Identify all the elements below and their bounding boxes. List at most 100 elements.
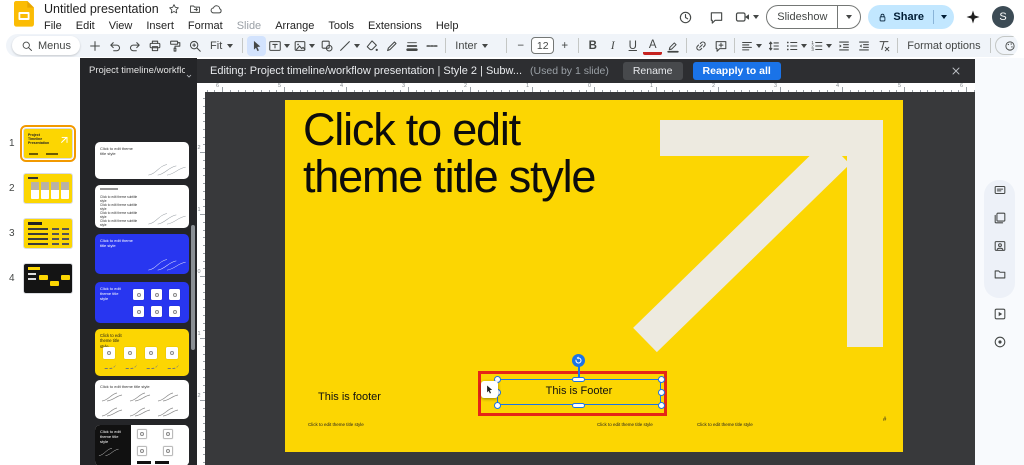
print-button[interactable] <box>145 36 164 56</box>
move-to-folder-icon[interactable] <box>189 3 201 15</box>
comments-icon[interactable] <box>704 5 728 29</box>
increase-indent-button[interactable] <box>854 36 873 56</box>
zoom-fit-select[interactable]: Fit <box>205 36 238 56</box>
layout-thumbnail[interactable]: Click to edit theme title style <box>95 329 189 376</box>
ruler-number: 6 <box>216 83 219 89</box>
reapply-to-all-button[interactable]: Reapply to all <box>693 62 781 80</box>
resize-handle-n[interactable] <box>572 377 585 382</box>
border-color-button[interactable] <box>382 36 401 56</box>
menu-view[interactable]: View <box>102 19 140 33</box>
resize-handle-s[interactable] <box>572 403 585 408</box>
underline-button[interactable]: U <box>623 36 642 56</box>
insert-link-button[interactable] <box>691 36 710 56</box>
border-dash-button[interactable] <box>422 36 441 56</box>
rail-card-icon[interactable] <box>992 182 1007 197</box>
rail-folder-icon[interactable] <box>992 266 1007 281</box>
menu-slide[interactable]: Slide <box>230 19 268 33</box>
menu-help[interactable]: Help <box>429 19 466 33</box>
footer-placeholder-text[interactable]: Click to edit theme title style <box>697 422 753 427</box>
gemini-sparkle-icon[interactable] <box>961 5 985 29</box>
slides-logo-icon[interactable] <box>14 1 35 33</box>
menu-edit[interactable]: Edit <box>69 19 102 33</box>
slide-thumbnail[interactable]: Project Timeline Presentation <box>23 128 73 159</box>
menu-tools[interactable]: Tools <box>321 19 361 33</box>
star-icon[interactable] <box>168 3 180 15</box>
slide-layout[interactable]: Click to edit theme title style This is … <box>285 100 903 452</box>
insert-image-button[interactable] <box>292 36 316 56</box>
meet-camera-icon[interactable] <box>735 5 759 29</box>
text-color-button[interactable]: A <box>643 38 662 55</box>
undo-button[interactable] <box>105 36 124 56</box>
footer-text-left[interactable]: This is footer <box>318 391 381 403</box>
theme-name-header[interactable]: Project timeline/workflow pr <box>89 65 185 76</box>
resize-handle-se[interactable] <box>658 402 665 409</box>
highlight-color-button[interactable] <box>663 36 682 56</box>
layout-thumbnail[interactable]: Click to edit theme title style <box>95 380 189 419</box>
version-history-icon[interactable] <box>673 5 697 29</box>
menu-format[interactable]: Format <box>181 19 230 33</box>
account-avatar[interactable]: S <box>992 6 1014 28</box>
clear-formatting-button[interactable] <box>874 36 893 56</box>
colors-button[interactable]: Colors <box>995 36 1018 55</box>
insert-line-button[interactable] <box>337 36 361 56</box>
rail-play-icon[interactable] <box>992 306 1007 321</box>
font-size-decrease-button[interactable]: − <box>511 36 530 56</box>
layout-thumbnail[interactable]: Click to edit theme title style <box>95 425 189 465</box>
layout-thumbnail[interactable]: Click to edit theme title style <box>95 234 189 274</box>
footer-placeholder-text[interactable]: Click to edit theme title style <box>597 422 653 427</box>
slide-number-placeholder[interactable]: # <box>883 417 886 423</box>
decrease-indent-button[interactable] <box>834 36 853 56</box>
layout-thumbnail[interactable]: Click to edit theme subtitle styleClick … <box>95 185 189 228</box>
footer-textbox-text[interactable]: This is Footer <box>498 385 660 397</box>
slide-thumbnail[interactable] <box>23 173 73 204</box>
title-placeholder[interactable]: Click to edit theme title style <box>303 106 595 200</box>
align-button[interactable] <box>739 36 763 56</box>
layout-thumbnail[interactable]: Click to edit theme title style <box>95 142 189 179</box>
resize-handle-e[interactable] <box>658 389 665 396</box>
close-icon[interactable] <box>947 62 965 80</box>
footer-placeholder-text[interactable]: Click to edit theme title style <box>308 422 364 427</box>
rename-button[interactable]: Rename <box>623 62 683 80</box>
numbered-list-button[interactable]: 123 <box>809 36 833 56</box>
document-title[interactable]: Untitled presentation <box>44 2 159 16</box>
menu-file[interactable]: File <box>37 19 69 33</box>
select-tool-button[interactable] <box>247 36 266 56</box>
rail-copy-icon[interactable] <box>992 210 1007 225</box>
border-weight-button[interactable] <box>402 36 421 56</box>
font-size-input[interactable]: 12 <box>531 37 554 54</box>
slideshow-button[interactable]: Slideshow <box>766 5 861 29</box>
new-slide-button[interactable] <box>85 36 104 56</box>
filmstrip-scrollbar[interactable] <box>191 225 195 350</box>
share-button[interactable]: Share <box>868 5 954 29</box>
menus-button[interactable]: Menus <box>12 36 80 55</box>
ruler-number: 5 <box>278 83 281 89</box>
resize-handle-ne[interactable] <box>658 376 665 383</box>
font-size-increase-button[interactable]: + <box>555 36 574 56</box>
insert-shape-button[interactable] <box>317 36 336 56</box>
rail-target-icon[interactable] <box>992 334 1007 349</box>
bold-button[interactable]: B <box>583 36 602 56</box>
rail-contacts-icon[interactable] <box>992 238 1007 253</box>
italic-button[interactable]: I <box>603 36 622 56</box>
layout-thumbnail[interactable]: Click to edit theme title style <box>95 282 189 323</box>
selected-footer-textbox[interactable]: This is Footer <box>497 379 661 405</box>
rotate-handle[interactable] <box>572 354 585 367</box>
slide-thumbnail[interactable] <box>23 263 73 294</box>
fill-color-button[interactable] <box>362 36 381 56</box>
zoom-button[interactable] <box>185 36 204 56</box>
line-spacing-button[interactable] <box>764 36 783 56</box>
menu-arrange[interactable]: Arrange <box>268 19 321 33</box>
bulleted-list-button[interactable] <box>784 36 808 56</box>
redo-button[interactable] <box>125 36 144 56</box>
cloud-status-icon[interactable] <box>210 3 223 16</box>
theme-dropdown-icon[interactable] <box>185 67 193 85</box>
slide-thumbnail[interactable] <box>23 218 73 249</box>
menu-extensions[interactable]: Extensions <box>361 19 429 33</box>
format-options-button[interactable]: Format options <box>902 36 985 56</box>
insert-comment-button[interactable] <box>711 36 730 56</box>
menu-insert[interactable]: Insert <box>139 19 181 33</box>
font-family-select[interactable]: Inter <box>450 36 502 56</box>
text-box-button[interactable] <box>267 36 291 56</box>
paint-format-button[interactable] <box>165 36 184 56</box>
resize-handle-sw[interactable] <box>494 402 501 409</box>
